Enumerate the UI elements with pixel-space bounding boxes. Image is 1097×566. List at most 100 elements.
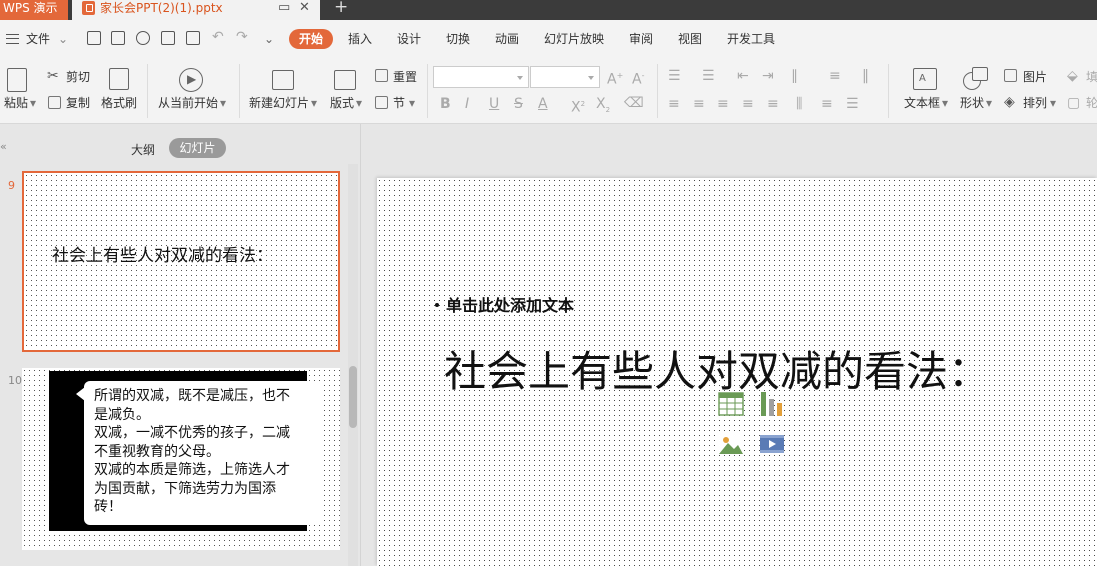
tab-outline[interactable]: 大纲 <box>131 141 155 158</box>
font-size-select[interactable] <box>530 66 600 88</box>
document-tab[interactable]: 家长会PPT(2)(1).pptx ▭ ✕ <box>72 0 320 20</box>
print-preview-icon[interactable] <box>186 31 200 45</box>
outline-icon[interactable]: ▢ <box>1067 96 1080 110</box>
fill-button[interactable]: 填 <box>1086 70 1097 84</box>
restore-window-icon[interactable]: ▭ <box>278 0 290 16</box>
new-tab-plus-icon[interactable]: + <box>334 0 348 16</box>
ribbon-separator <box>427 64 428 118</box>
format-painter-icon[interactable] <box>109 68 129 90</box>
layout-icon[interactable] <box>334 70 356 90</box>
tab-view[interactable]: 视图 <box>678 31 702 47</box>
align-center-icon[interactable]: ≡ <box>693 97 705 111</box>
tab-design[interactable]: 设计 <box>397 31 421 47</box>
align-text-icon[interactable]: ‖ <box>862 69 869 83</box>
align-right-icon[interactable]: ≡ <box>717 97 729 111</box>
distribute-icon[interactable]: ≡ <box>767 97 779 111</box>
bullet-list-icon[interactable]: ☰ <box>668 69 681 83</box>
increase-font-size-icon[interactable]: A+ <box>607 69 623 87</box>
layout-dropdown-icon[interactable]: ▾ <box>356 96 362 110</box>
insert-video-icon[interactable] <box>758 430 786 458</box>
underline-icon[interactable]: U <box>489 97 499 111</box>
increase-indent-icon[interactable]: ⇥ <box>762 69 774 83</box>
bold-icon[interactable]: B <box>440 97 451 111</box>
text-direction-icon[interactable]: ∥ <box>791 69 798 83</box>
slides-pane: « 大纲 幻灯片 9 社会上有些人对双减的看法： 10 所谓的双减，既不是减压，… <box>0 124 360 566</box>
tab-transitions[interactable]: 切换 <box>446 31 470 47</box>
outline-button[interactable]: 轮 <box>1086 96 1097 110</box>
insert-chart-icon[interactable] <box>758 390 786 418</box>
slide-thumbnail-9[interactable]: 社会上有些人对双减的看法： <box>22 171 340 352</box>
paste-button[interactable]: 粘贴 <box>4 96 28 110</box>
shape-dropdown-icon[interactable]: ▾ <box>986 96 992 110</box>
insert-picture-icon[interactable] <box>717 430 745 458</box>
arrange-dropdown-icon[interactable]: ▾ <box>1050 96 1056 110</box>
tab-home[interactable]: 开始 <box>289 29 333 49</box>
cut-button[interactable]: 剪切 <box>66 70 90 84</box>
shape-button[interactable]: 形状 <box>960 96 984 110</box>
app-tab-wps-presentation[interactable]: WPS 演示 <box>0 0 68 20</box>
clear-format-eraser-icon[interactable]: ⌫ <box>624 96 644 110</box>
arrange-button[interactable]: 排列 <box>1023 96 1047 110</box>
tab-animations[interactable]: 动画 <box>495 31 519 47</box>
pane-scrollbar-thumb[interactable] <box>349 366 357 428</box>
copy-button[interactable]: 复制 <box>66 96 90 110</box>
file-menu-chevron-down-icon[interactable]: ⌄ <box>58 31 68 47</box>
close-tab-icon[interactable]: ✕ <box>299 0 310 16</box>
font-name-select[interactable] <box>433 66 529 88</box>
tab-slideshow[interactable]: 幻灯片放映 <box>544 31 604 47</box>
columns-icon[interactable]: ⫼ <box>796 97 802 111</box>
hamburger-menu-icon[interactable] <box>6 34 19 44</box>
line-spacing-options-icon[interactable]: ☰ <box>846 97 859 111</box>
insert-table-icon[interactable] <box>717 390 745 418</box>
section-dropdown-icon[interactable]: ▾ <box>409 96 415 110</box>
text-placeholder[interactable]: 单击此处添加文本 <box>435 292 574 316</box>
collapse-pane-icon[interactable]: « <box>0 140 7 153</box>
align-left-icon[interactable]: ≡ <box>668 97 680 111</box>
fill-icon[interactable]: ⬙ <box>1067 69 1078 83</box>
from-current-dropdown-icon[interactable]: ▾ <box>220 96 226 110</box>
reset-button[interactable]: 重置 <box>393 70 417 84</box>
undo-icon[interactable]: ↶ <box>212 29 224 45</box>
layout-button[interactable]: 版式 <box>330 96 354 110</box>
print-icon[interactable] <box>161 31 175 45</box>
redo-icon[interactable]: ↷ <box>236 29 248 45</box>
font-color-icon[interactable]: A <box>538 97 548 111</box>
decrease-font-size-icon[interactable]: A- <box>632 69 644 87</box>
strikethrough-icon[interactable]: S <box>514 97 523 111</box>
save-icon[interactable] <box>111 31 125 45</box>
paste-dropdown-arrow-icon[interactable]: ▾ <box>30 96 36 110</box>
numbered-list-icon[interactable]: ☰ <box>702 69 715 83</box>
scissors-icon: ✂ <box>47 68 59 84</box>
thumbnail-title: 社会上有些人对双减的看法： <box>52 246 273 266</box>
tab-insert[interactable]: 插入 <box>348 31 372 47</box>
new-slide-icon[interactable] <box>272 70 294 90</box>
slide-thumbnail-10[interactable]: 所谓的双减，既不是减压，也不 是减负。 双减，一减不优秀的孩子，二减 不重视教育… <box>22 368 340 550</box>
format-painter-button[interactable]: 格式刷 <box>101 96 137 110</box>
tab-review[interactable]: 审阅 <box>629 31 653 47</box>
line-spacing-icon[interactable]: ≡ <box>829 69 841 83</box>
paste-icon[interactable] <box>7 68 27 92</box>
from-current-slide-button[interactable]: 从当前开始 <box>158 96 218 110</box>
pane-scrollbar[interactable] <box>348 164 358 566</box>
new-slide-dropdown-icon[interactable]: ▾ <box>311 96 317 110</box>
superscript-icon[interactable]: X2 <box>571 97 585 115</box>
new-slide-button[interactable]: 新建幻灯片 <box>249 96 309 110</box>
paragraph-spacing-icon[interactable]: ≡ <box>821 97 833 111</box>
decrease-indent-icon[interactable]: ⇤ <box>737 69 749 83</box>
thumbnail-text-line: 双减，一减不优秀的孩子，二减 <box>94 424 290 440</box>
subscript-icon[interactable]: X2 <box>596 97 610 117</box>
textbox-dropdown-icon[interactable]: ▾ <box>942 96 948 110</box>
file-menu[interactable]: 文件 <box>26 31 50 47</box>
tab-developer[interactable]: 开发工具 <box>727 31 775 47</box>
picture-icon <box>1004 69 1017 82</box>
open-folder-icon[interactable] <box>87 31 101 45</box>
justify-icon[interactable]: ≡ <box>742 97 754 111</box>
italic-icon[interactable]: I <box>465 97 469 111</box>
output-icon[interactable] <box>136 31 150 45</box>
picture-button[interactable]: 图片 <box>1023 70 1047 84</box>
current-slide[interactable]: 单击此处添加文本 社会上有些人对双减的看法： <box>377 178 1097 566</box>
textbox-button[interactable]: 文本框 <box>904 96 940 110</box>
section-button[interactable]: 节 <box>393 96 405 110</box>
tab-slides[interactable]: 幻灯片 <box>169 138 226 158</box>
quick-access-chevron-icon[interactable]: ⌄ <box>264 31 274 47</box>
